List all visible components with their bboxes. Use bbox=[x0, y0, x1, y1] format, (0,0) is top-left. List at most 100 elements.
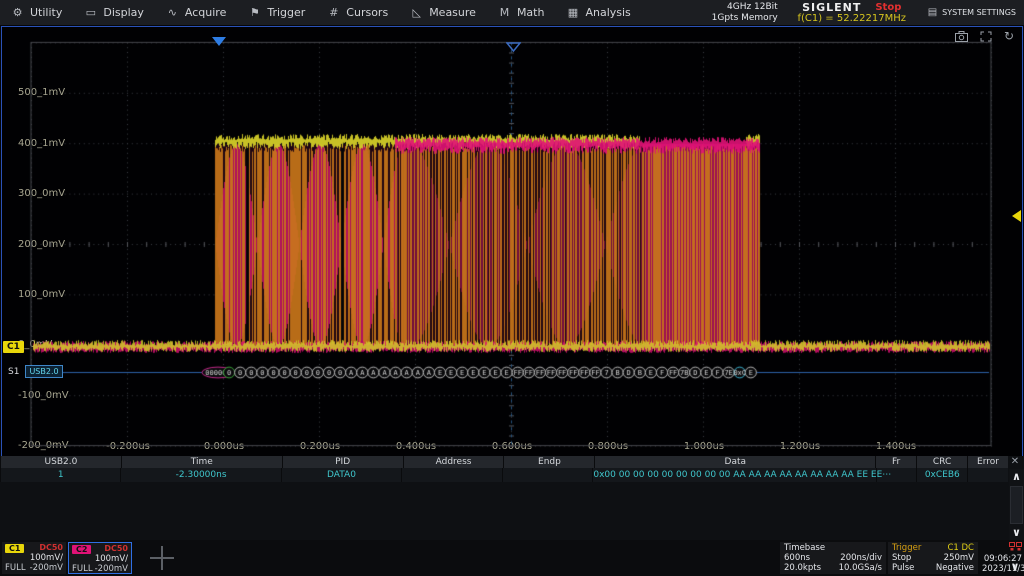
memory-label: 1Gpts Memory bbox=[712, 13, 778, 24]
table-cell[interactable] bbox=[876, 468, 917, 482]
trigger-level: 250mV bbox=[944, 553, 974, 563]
scroll-track[interactable] bbox=[1010, 486, 1023, 524]
bandwidth-limit-label: FULL bbox=[5, 563, 26, 573]
table-cell[interactable] bbox=[401, 468, 502, 482]
usb2-bus-badge[interactable]: USB2.0 bbox=[25, 365, 62, 378]
table-header-crc: CRC bbox=[916, 456, 967, 468]
flag-icon: ⚑ bbox=[248, 6, 261, 19]
menu-item-utility[interactable]: ⚙ Utility bbox=[0, 0, 73, 25]
trigger-position-marker[interactable] bbox=[212, 37, 226, 46]
acquire-icon: ∿ bbox=[166, 6, 179, 19]
topbar-right: 4GHz 12Bit 1Gpts Memory SIGLENT Stop f(C… bbox=[712, 0, 1024, 25]
waveform-canvas[interactable] bbox=[2, 27, 1022, 456]
system-settings-button[interactable]: ▤ SYSTEM SETTINGS bbox=[916, 7, 1024, 18]
menu-item-cursors[interactable]: # Cursors bbox=[316, 0, 399, 25]
analysis-icon: ▦ bbox=[566, 6, 579, 19]
menu-item-label: Acquire bbox=[185, 6, 226, 19]
menu-item-acquire[interactable]: ∿ Acquire bbox=[155, 0, 237, 25]
trigger-type: Pulse bbox=[892, 563, 914, 573]
measure-icon: ◺ bbox=[410, 6, 423, 19]
decode-table-row[interactable]: 1-2.30000nsDATA0 0x00 00 00 00 00 00 00 0… bbox=[0, 468, 1008, 482]
waveform-display[interactable]: 500_1mV400_1mV300_0mV200_0mV100_0mV0_0mV… bbox=[1, 26, 1023, 457]
table-cell[interactable]: 1 bbox=[0, 468, 120, 482]
decode-table: USB2.0TimePIDAddressEndpDataFrCRCError 1… bbox=[0, 456, 1024, 540]
scroll-up-icon[interactable]: ∧ bbox=[1009, 469, 1024, 485]
timebase-scale: 200ns/div bbox=[840, 553, 882, 563]
offset-label: -200mV bbox=[30, 563, 63, 573]
lan-status-icon bbox=[1009, 542, 1022, 554]
trigger-level-marker[interactable] bbox=[1012, 210, 1021, 222]
trigger-source: C1 DC bbox=[947, 543, 974, 553]
refresh-icon[interactable]: ↻ bbox=[1004, 30, 1014, 42]
top-menu-bar: ⚙ Utility ▭ Display ∿ Acquire ⚑Trigger # Cursors… bbox=[0, 0, 1024, 25]
cursors-icon: # bbox=[327, 6, 340, 19]
menu-item-trigger[interactable]: ⚑Trigger bbox=[237, 0, 316, 25]
table-cell[interactable]: 0x00 00 00 00 00 00 00 00 00 AA AA AA AA… bbox=[592, 468, 875, 482]
status-bar: C1DC50100mV/FULL-200mVC2DC50100mV/FULL-2… bbox=[0, 540, 1024, 576]
channel-chip: C2 bbox=[72, 545, 91, 554]
table-header-address: Address bbox=[403, 456, 504, 468]
table-header-error: Error bbox=[967, 456, 1008, 468]
acquisition-status[interactable]: Stop bbox=[875, 2, 901, 13]
frequency-counter: f(C1) = 52.22217MHz bbox=[788, 13, 916, 24]
serial-bus-label: S1 bbox=[8, 367, 19, 377]
screenshot-camera-icon[interactable] bbox=[955, 31, 968, 42]
menu-item-display[interactable]: ▭ Display bbox=[73, 0, 155, 25]
math-icon: M bbox=[498, 6, 511, 19]
menu-item-measure[interactable]: ◺ Measure bbox=[399, 0, 487, 25]
system-settings-label: SYSTEM SETTINGS bbox=[942, 8, 1016, 17]
coupling-label: DC50 bbox=[39, 543, 63, 553]
table-header-endp: Endp bbox=[503, 456, 594, 468]
table-header-data: Data bbox=[594, 456, 875, 468]
coupling-label: DC50 bbox=[104, 544, 128, 554]
menu-items: ⚙ Utility ▭ Display ∿ Acquire ⚑Trigger # Cursors… bbox=[0, 0, 642, 25]
bandwidth-limit-label: FULL bbox=[72, 564, 93, 574]
oscilloscope-screen: ⚙Utility▭Display∿Acquire⚑Trigger#Cursors… bbox=[0, 0, 1024, 576]
menu-item-math[interactable]: M Math bbox=[487, 0, 556, 25]
timebase-title: Timebase bbox=[784, 543, 825, 553]
channel1-ground-marker[interactable]: C1 bbox=[3, 341, 24, 353]
trigger-title: Trigger bbox=[892, 543, 921, 553]
menu-item-label: Display bbox=[103, 6, 144, 19]
trigger-mode: Stop bbox=[892, 553, 911, 563]
trigger-slope: Negative bbox=[936, 563, 974, 573]
trigger-box[interactable]: Trigger C1 DC Stop 250mV Pulse Negative bbox=[888, 542, 978, 574]
menu-item-label: Measure bbox=[429, 6, 476, 19]
scroll-down-icon[interactable]: ∨ bbox=[1009, 525, 1024, 541]
table-scrollbar[interactable]: ∧ ∨ bbox=[1009, 469, 1024, 540]
offset-label: -200mV bbox=[95, 564, 128, 574]
timebase-box[interactable]: Timebase 600ns 200ns/div 20.0kpts 10.0GSa/… bbox=[780, 542, 886, 574]
sample-rate: 10.0GSa/s bbox=[839, 563, 882, 573]
display-icon: ▭ bbox=[84, 6, 97, 19]
scale-label: 100mV/ bbox=[5, 553, 63, 563]
expand-icon[interactable] bbox=[980, 31, 992, 42]
brand-block: SIGLENT Stop f(C1) = 52.22217MHz bbox=[788, 2, 916, 24]
close-icon[interactable]: ✕ bbox=[1008, 456, 1022, 468]
timebase-delay: 600ns bbox=[784, 553, 810, 563]
table-header-pid: PID bbox=[282, 456, 403, 468]
menu-item-label: Analysis bbox=[585, 6, 630, 19]
add-channel-button[interactable] bbox=[150, 546, 174, 570]
panel-scroll-down-icon[interactable]: ∨ bbox=[1008, 560, 1022, 573]
gear-icon: ⚙ bbox=[11, 6, 24, 19]
table-header-fr: Fr bbox=[875, 456, 916, 468]
table-cell[interactable]: DATA0 bbox=[281, 468, 401, 482]
timebase-points: 20.0kpts bbox=[784, 563, 821, 573]
acquisition-info: 4GHz 12Bit 1Gpts Memory bbox=[712, 2, 788, 24]
channel-box-c1[interactable]: C1 DC50100mV/FULL -200mV bbox=[2, 542, 66, 574]
menu-item-label: Utility bbox=[30, 6, 62, 19]
channel-box-c2[interactable]: C2 DC50100mV/FULL-200mV bbox=[68, 542, 132, 574]
table-header-usb20: USB2.0 bbox=[0, 456, 121, 468]
horizontal-delay-marker[interactable] bbox=[506, 37, 521, 56]
menu-grid-icon: ▤ bbox=[928, 7, 937, 18]
table-cell[interactable] bbox=[502, 468, 593, 482]
menu-item-label: Cursors bbox=[346, 6, 388, 19]
scale-label: 100mV/ bbox=[72, 554, 128, 564]
table-cell[interactable]: 0xCEB6 bbox=[916, 468, 967, 482]
channel-chip: C1 bbox=[5, 544, 24, 553]
bandwidth-label: 4GHz 12Bit bbox=[712, 2, 778, 13]
table-cell[interactable] bbox=[967, 468, 1008, 482]
menu-item-analysis[interactable]: ▦ Analysis bbox=[555, 0, 641, 25]
menu-item-label: Math bbox=[517, 6, 545, 19]
table-cell[interactable]: -2.30000ns bbox=[120, 468, 280, 482]
